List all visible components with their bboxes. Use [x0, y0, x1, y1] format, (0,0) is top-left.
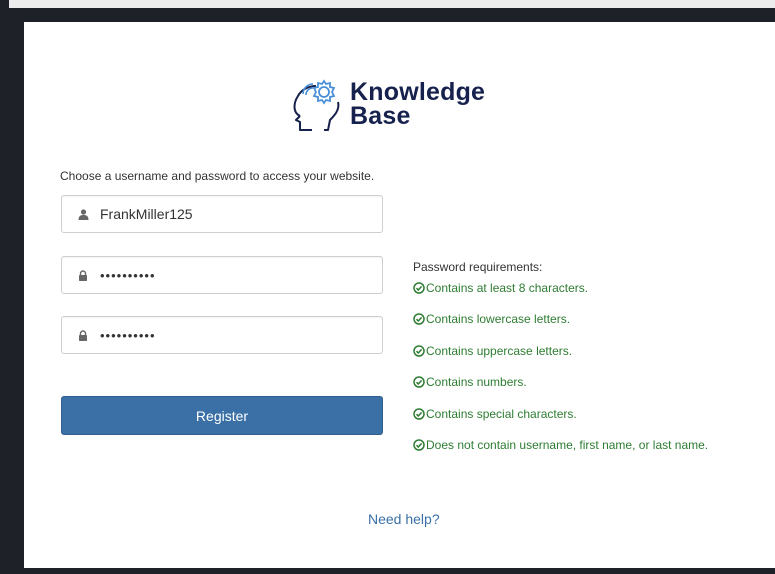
- lock-icon: [74, 329, 92, 341]
- need-help-link[interactable]: Need help?: [368, 511, 440, 527]
- confirm-password-input[interactable]: [100, 327, 370, 343]
- logo-title-line1: Knowledge: [350, 78, 486, 106]
- requirement-item: Does not contain username, first name, o…: [413, 438, 708, 452]
- password-field[interactable]: [61, 256, 383, 294]
- requirement-label: Contains special characters.: [426, 407, 577, 421]
- window-top-strip: [0, 0, 775, 8]
- lock-icon: [74, 269, 92, 281]
- check-circle-icon: [413, 313, 425, 325]
- requirement-item: Contains numbers.: [413, 375, 527, 389]
- confirm-password-field[interactable]: [61, 316, 383, 354]
- window-left-edge: [0, 0, 9, 574]
- username-input[interactable]: [100, 206, 370, 222]
- registration-card: Knowledge Base Choose a username and pas…: [24, 22, 775, 568]
- check-circle-icon: [413, 439, 425, 451]
- check-circle-icon: [413, 345, 425, 357]
- head-gear-icon: [293, 79, 340, 131]
- requirement-item: Contains uppercase letters.: [413, 344, 572, 358]
- requirement-item: Contains lowercase letters.: [413, 312, 570, 326]
- check-circle-icon: [413, 282, 425, 294]
- requirement-label: Contains at least 8 characters.: [426, 281, 589, 295]
- requirement-label: Does not contain username, first name, o…: [426, 438, 709, 452]
- requirement-label: Contains lowercase letters.: [426, 312, 571, 326]
- requirement-item: Contains special characters.: [413, 407, 577, 421]
- requirement-label: Contains numbers.: [426, 375, 527, 389]
- password-input[interactable]: [100, 267, 370, 283]
- check-circle-icon: [413, 376, 425, 388]
- logo-title-line2: Base: [350, 102, 411, 130]
- password-requirements-title: Password requirements:: [413, 260, 543, 274]
- register-button[interactable]: Register: [61, 396, 383, 435]
- knowledge-base-logo: Knowledge Base: [286, 72, 485, 136]
- username-field[interactable]: [61, 195, 383, 233]
- requirement-item: Contains at least 8 characters.: [413, 281, 588, 295]
- check-circle-icon: [413, 408, 425, 420]
- user-icon: [74, 208, 92, 220]
- intro-text: Choose a username and password to access…: [60, 169, 375, 183]
- requirement-label: Contains uppercase letters.: [426, 344, 573, 358]
